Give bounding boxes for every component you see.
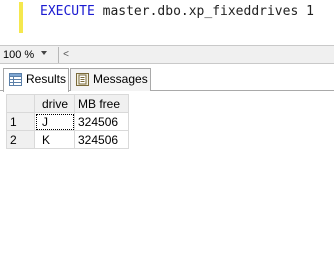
sql-object: master.dbo.xp_fixeddrives (94, 4, 299, 19)
results-pane: drive MB free 1 J 324506 2 K 324506 (0, 91, 334, 274)
results-tabstrip: Results Messages (0, 65, 334, 92)
sql-argument: 1 (298, 4, 314, 19)
sql-keyword: EXECUTE (40, 4, 95, 19)
editor-status-bar: 100 % < (0, 45, 334, 64)
cell-mb-free[interactable]: 324506 (74, 112, 129, 131)
zoom-dropdown[interactable]: 100 % (0, 47, 60, 63)
tab-messages-label: Messages (93, 72, 148, 86)
change-indicator-bar (19, 2, 23, 33)
query-editor[interactable]: EXECUTE master.dbo.xp_fixeddrives 1 (0, 0, 334, 44)
scroll-left-button[interactable]: < (58, 47, 73, 63)
tab-results-label: Results (26, 72, 67, 86)
chevron-down-icon (41, 51, 47, 55)
column-header-mb-free[interactable]: MB free (74, 94, 129, 113)
row-number[interactable]: 1 (6, 112, 35, 131)
table-row[interactable]: 2 K 324506 (6, 130, 129, 149)
cell-mb-free[interactable]: 324506 (74, 130, 129, 149)
zoom-value: 100 % (3, 49, 35, 61)
row-number[interactable]: 2 (6, 130, 35, 149)
tab-results[interactable]: Results (3, 68, 69, 92)
table-row[interactable]: 1 J 324506 (6, 112, 129, 131)
results-grid[interactable]: drive MB free 1 J 324506 2 K 324506 (6, 94, 129, 149)
grid-header-row: drive MB free (6, 94, 129, 113)
select-all-corner[interactable] (6, 94, 35, 113)
cell-drive[interactable]: K (34, 130, 75, 149)
tab-messages[interactable]: Messages (70, 68, 151, 91)
cell-drive[interactable]: J (34, 112, 75, 131)
sql-code-line[interactable]: EXECUTE master.dbo.xp_fixeddrives 1 (40, 4, 314, 19)
grid-icon (9, 73, 22, 86)
messages-icon (76, 73, 89, 86)
column-header-drive[interactable]: drive (34, 94, 75, 113)
